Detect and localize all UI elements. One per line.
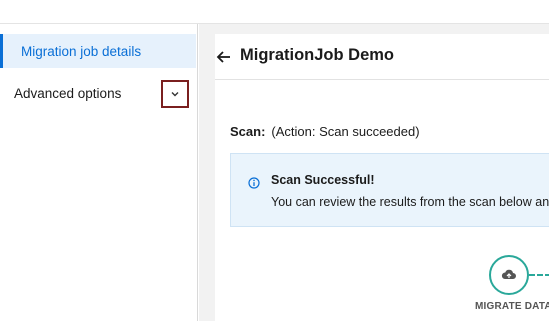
- expand-advanced-options-button[interactable]: [161, 80, 189, 108]
- sidebar-item-label: Advanced options: [14, 85, 122, 101]
- top-bar: [0, 0, 549, 24]
- sidebar-item-label: Migration job details: [21, 43, 142, 59]
- back-arrow-icon[interactable]: [215, 48, 233, 66]
- alert-title: Scan Successful!: [271, 173, 375, 187]
- scan-success-alert: Scan Successful! You can review the resu…: [230, 153, 549, 227]
- migrate-data-step[interactable]: [489, 255, 529, 295]
- alert-message: You can review the results from the scan…: [271, 195, 549, 209]
- cloud-upload-icon: [501, 269, 516, 279]
- step-label: MIGRATE DATA: [475, 301, 549, 312]
- content-card: MigrationJob Demo Scan: (Action: Scan suc…: [215, 34, 549, 321]
- scan-label: Scan:: [230, 124, 266, 139]
- chevron-down-icon: [171, 92, 179, 97]
- scan-status-text: (Action: Scan succeeded): [271, 124, 420, 139]
- sidebar: Migration job details Advanced options: [0, 24, 198, 321]
- scan-status: Scan: (Action: Scan succeeded): [230, 124, 420, 139]
- page-title: MigrationJob Demo: [240, 46, 395, 64]
- step-connector: [529, 274, 549, 276]
- main-content: MigrationJob Demo Scan: (Action: Scan suc…: [199, 24, 549, 321]
- info-icon: [248, 177, 260, 189]
- page-header: MigrationJob Demo: [215, 34, 549, 80]
- sidebar-item-migration-job-details[interactable]: Migration job details: [0, 34, 196, 68]
